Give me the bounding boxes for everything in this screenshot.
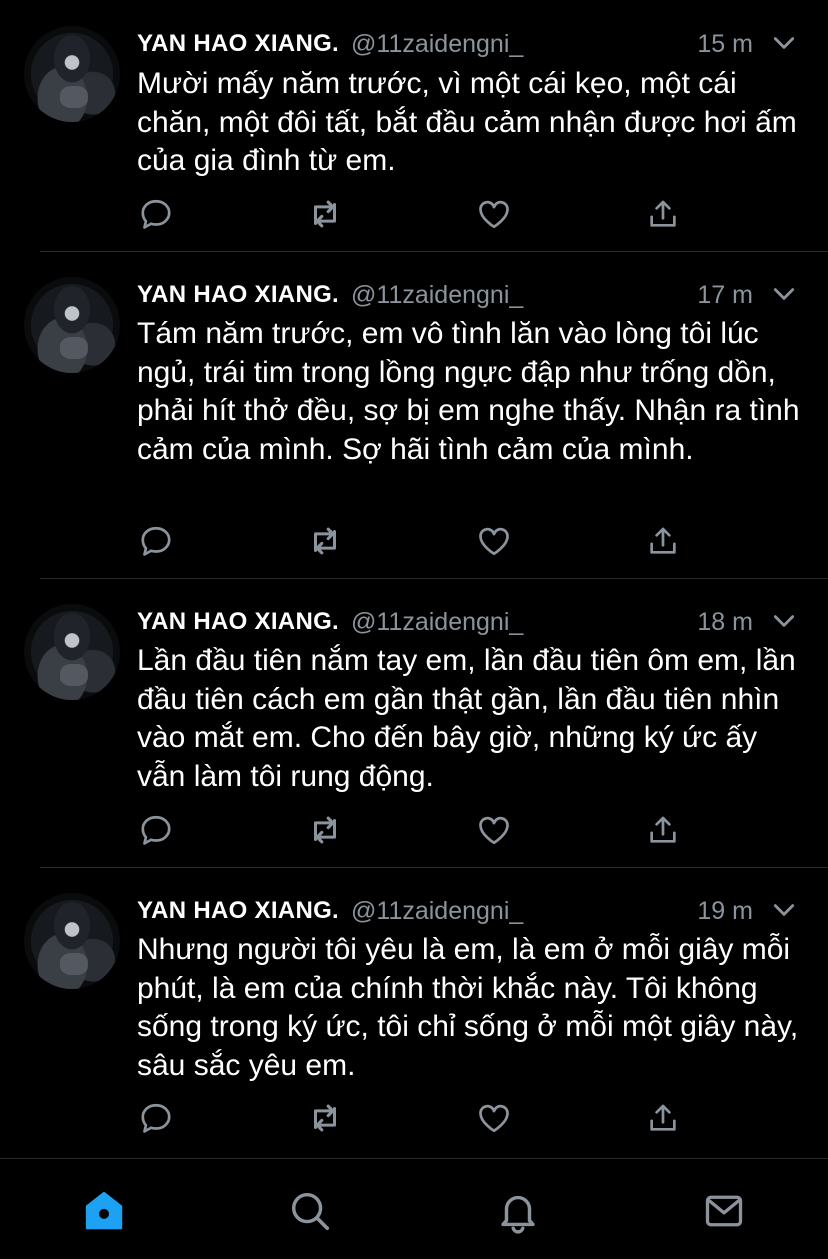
retweet-icon[interactable] <box>305 1098 345 1138</box>
retweet-icon[interactable] <box>305 521 345 561</box>
author-name[interactable]: YAN HAO XIANG. <box>137 608 339 636</box>
avatar[interactable] <box>24 893 120 989</box>
author-name[interactable]: YAN HAO XIANG. <box>137 897 339 925</box>
like-icon[interactable] <box>474 810 514 850</box>
reply-icon[interactable] <box>136 1098 176 1138</box>
chevron-down-icon[interactable] <box>771 608 797 639</box>
timestamp: 15 m <box>697 29 753 58</box>
notifications-icon[interactable] <box>494 1187 542 1235</box>
timestamp: 18 m <box>697 607 753 636</box>
reply-icon[interactable] <box>136 194 176 234</box>
tweet-text: Mười mấy năm trước, vì một cái kẹo, một … <box>137 67 797 177</box>
author-handle[interactable]: @11zaidengni_ <box>351 608 523 637</box>
chevron-down-icon[interactable] <box>771 897 797 928</box>
reply-icon[interactable] <box>136 810 176 850</box>
retweet-icon[interactable] <box>305 810 345 850</box>
tweet-actions <box>0 810 828 850</box>
share-icon[interactable] <box>643 194 683 234</box>
share-icon[interactable] <box>643 1098 683 1138</box>
chevron-down-icon[interactable] <box>771 281 797 312</box>
tab-bar <box>0 1158 828 1259</box>
home-icon[interactable] <box>80 1187 128 1235</box>
timestamp: 19 m <box>697 896 753 925</box>
tweet-header: YAN HAO XIANG. @11zaidengni_ 18 m <box>137 602 797 642</box>
share-icon[interactable] <box>643 521 683 561</box>
reply-icon[interactable] <box>136 521 176 561</box>
tweet-header: YAN HAO XIANG. @11zaidengni_ 19 m <box>137 891 797 931</box>
divider <box>40 251 828 252</box>
author-name[interactable]: YAN HAO XIANG. <box>137 281 339 309</box>
like-icon[interactable] <box>474 1098 514 1138</box>
avatar[interactable] <box>24 26 120 122</box>
like-icon[interactable] <box>474 194 514 234</box>
avatar[interactable] <box>24 604 120 700</box>
share-icon[interactable] <box>643 810 683 850</box>
avatar[interactable] <box>24 277 120 373</box>
chevron-down-icon[interactable] <box>771 30 797 61</box>
tweet-text: Tám năm trước, em vô tình lăn vào lòng t… <box>137 317 800 466</box>
author-handle[interactable]: @11zaidengni_ <box>351 281 523 310</box>
author-handle[interactable]: @11zaidengni_ <box>351 30 523 59</box>
retweet-icon[interactable] <box>305 194 345 234</box>
author-name[interactable]: YAN HAO XIANG. <box>137 30 339 58</box>
like-icon[interactable] <box>474 521 514 561</box>
tweet-text: Nhưng người tôi yêu là em, là em ở mỗi g… <box>137 933 799 1082</box>
messages-icon[interactable] <box>700 1187 748 1235</box>
timestamp: 17 m <box>697 280 753 309</box>
search-icon[interactable] <box>286 1187 334 1235</box>
tweet-text: Lần đầu tiên nắm tay em, lần đầu tiên ôm… <box>137 644 796 793</box>
tweet-header: YAN HAO XIANG. @11zaidengni_ 17 m <box>137 275 797 315</box>
tweet-actions <box>0 194 828 234</box>
tweet-actions <box>0 521 828 561</box>
divider <box>40 867 828 868</box>
tweet-header: YAN HAO XIANG. @11zaidengni_ 15 m <box>137 24 797 64</box>
author-handle[interactable]: @11zaidengni_ <box>351 897 523 926</box>
divider <box>40 578 828 579</box>
tweet-actions <box>0 1098 828 1138</box>
